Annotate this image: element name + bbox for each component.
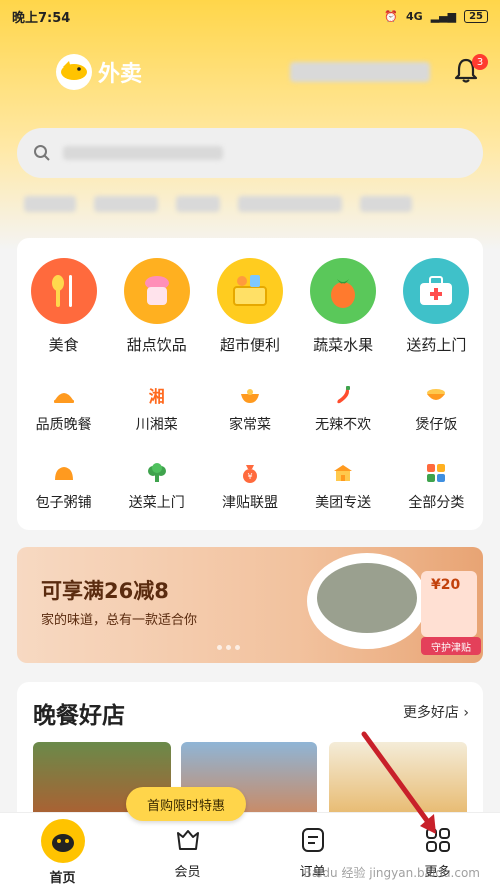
app-logo[interactable]: 外卖 bbox=[56, 54, 142, 90]
nav-member[interactable]: 会员 bbox=[125, 813, 250, 889]
category-chili[interactable]: 无辣不欢 bbox=[297, 384, 390, 434]
more-shops-link[interactable]: 更多好店 › bbox=[403, 702, 469, 722]
search-icon bbox=[34, 145, 50, 161]
nav-label: 会员 bbox=[174, 865, 201, 880]
kangaroo-logo-icon bbox=[56, 54, 92, 90]
annotation-arrow-icon bbox=[361, 731, 436, 834]
category-card: 美食 甜点饮品 超市便利 蔬菜水果 送药上门 品质晚餐 湘 川湘菜 家常菜 无辣… bbox=[17, 238, 483, 530]
coupon-amount: ¥20 bbox=[431, 577, 461, 593]
status-bar: 晚上7:54 ⏰ 4G ▂▄▆ 25 bbox=[0, 0, 500, 32]
category-supermarket[interactable]: 超市便利 bbox=[203, 258, 296, 355]
nav-label: 首页 bbox=[49, 871, 76, 886]
hot-tag[interactable] bbox=[360, 196, 412, 212]
chili-icon bbox=[331, 384, 355, 406]
category-home-dish[interactable]: 家常菜 bbox=[203, 384, 296, 434]
category-label: 家常菜 bbox=[228, 417, 271, 433]
category-sichuan[interactable]: 湘 川湘菜 bbox=[110, 384, 203, 434]
secondary-category-row: 包子粥铺 送菜上门 ¥ 津贴联盟 美团专送 全部分类 bbox=[17, 462, 483, 512]
hot-tag[interactable] bbox=[176, 196, 220, 212]
category-label: 甜点饮品 bbox=[126, 336, 187, 354]
food-icon bbox=[30, 258, 97, 324]
promo-banner[interactable]: 可享满26减8 家的味道，总有一款适合你 ¥20 守护津贴 bbox=[17, 547, 483, 663]
order-icon bbox=[301, 827, 325, 857]
alarm-icon: ⏰ bbox=[384, 9, 398, 23]
notification-badge: 3 bbox=[472, 54, 488, 70]
category-label: 煲仔饭 bbox=[415, 417, 458, 433]
hot-tag[interactable] bbox=[238, 196, 342, 212]
member-icon bbox=[175, 827, 201, 857]
search-placeholder-blurred bbox=[63, 146, 223, 160]
battery-icon: 25 bbox=[464, 9, 488, 23]
header-background bbox=[0, 0, 500, 250]
first-purchase-toast[interactable]: 首购限时特惠 bbox=[126, 787, 246, 821]
category-dinner[interactable]: 品质晚餐 bbox=[17, 384, 110, 434]
dinner-icon bbox=[52, 384, 76, 406]
category-claypot[interactable]: 煲仔饭 bbox=[390, 384, 483, 434]
svg-text:¥: ¥ bbox=[247, 472, 252, 481]
dessert-icon bbox=[123, 258, 190, 324]
hot-search-tags bbox=[24, 196, 412, 212]
porridge-bowl-image bbox=[307, 553, 427, 649]
home-dish-icon bbox=[238, 384, 262, 406]
app-title: 外卖 bbox=[98, 62, 143, 87]
signal-icon: ▂▄▆ bbox=[430, 9, 457, 23]
coupon-label: 守护津贴 bbox=[421, 637, 481, 655]
hot-tag[interactable] bbox=[94, 196, 158, 212]
banner-title: 可享满26减8 bbox=[41, 579, 169, 603]
category-label: 无辣不欢 bbox=[315, 417, 372, 433]
category-all[interactable]: 全部分类 bbox=[390, 462, 483, 512]
delivery-icon bbox=[331, 462, 355, 484]
coupon-bag-icon: ¥ bbox=[238, 462, 262, 484]
location-text-blurred[interactable] bbox=[290, 62, 430, 82]
claypot-icon bbox=[424, 384, 448, 406]
category-label: 全部分类 bbox=[408, 495, 465, 511]
nav-home[interactable]: 首页 bbox=[0, 813, 125, 889]
category-bun[interactable]: 包子粥铺 bbox=[17, 462, 110, 512]
search-input[interactable] bbox=[17, 128, 483, 178]
category-food[interactable]: 美食 bbox=[17, 258, 110, 355]
banner-subtitle: 家的味道，总有一款适合你 bbox=[41, 613, 198, 628]
category-label: 送菜上门 bbox=[128, 495, 185, 511]
primary-category-row: 美食 甜点饮品 超市便利 蔬菜水果 送药上门 bbox=[17, 258, 483, 355]
status-indicators: ⏰ 4G ▂▄▆ 25 bbox=[384, 9, 488, 23]
category-coupon-alliance[interactable]: ¥ 津贴联盟 bbox=[203, 462, 296, 512]
category-label: 美团专送 bbox=[315, 495, 372, 511]
category-greens[interactable]: 送菜上门 bbox=[110, 462, 203, 512]
category-delivery[interactable]: 美团专送 bbox=[297, 462, 390, 512]
category-label: 蔬菜水果 bbox=[313, 336, 374, 354]
section-title: 晚餐好店 bbox=[33, 703, 125, 729]
category-label: 美食 bbox=[48, 336, 79, 354]
supermarket-icon bbox=[216, 258, 283, 324]
greens-icon bbox=[145, 462, 169, 484]
category-label: 川湘菜 bbox=[135, 417, 178, 433]
medicine-icon bbox=[403, 258, 470, 324]
category-label: 送药上门 bbox=[406, 336, 467, 354]
category-label: 品质晚餐 bbox=[35, 417, 92, 433]
category-label: 津贴联盟 bbox=[221, 495, 278, 511]
category-medicine[interactable]: 送药上门 bbox=[390, 258, 483, 355]
network-type: 4G bbox=[406, 9, 423, 23]
category-label: 包子粥铺 bbox=[35, 495, 92, 511]
sichuan-icon: 湘 bbox=[148, 387, 165, 406]
home-icon bbox=[40, 819, 85, 863]
status-time: 晚上7:54 bbox=[12, 10, 71, 26]
vegetable-icon bbox=[310, 258, 377, 324]
bun-icon bbox=[52, 462, 76, 484]
app-header: 外卖 3 bbox=[0, 48, 500, 98]
secondary-category-row: 品质晚餐 湘 川湘菜 家常菜 无辣不欢 煲仔饭 bbox=[17, 384, 483, 434]
hot-tag[interactable] bbox=[24, 196, 76, 212]
category-label: 超市便利 bbox=[219, 336, 280, 354]
all-categories-icon bbox=[424, 462, 448, 484]
watermark: Baidu 经验 jingyan.baidu.com bbox=[303, 866, 480, 880]
carousel-dots bbox=[217, 645, 240, 650]
category-vegetable[interactable]: 蔬菜水果 bbox=[297, 258, 390, 355]
category-dessert[interactable]: 甜点饮品 bbox=[110, 258, 203, 355]
coupon-card: ¥20 守护津贴 bbox=[421, 571, 481, 655]
